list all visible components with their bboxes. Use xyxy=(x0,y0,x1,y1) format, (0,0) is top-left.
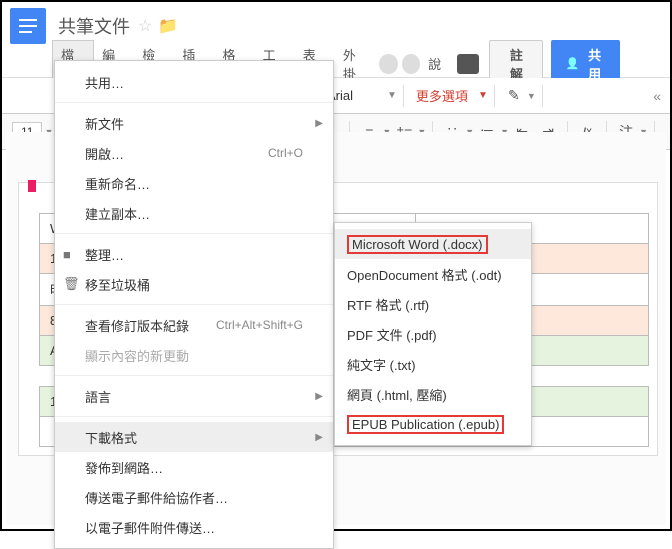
menu-new[interactable]: 新文件▶ xyxy=(55,108,333,138)
chevron-right-icon: ▶ xyxy=(315,118,323,129)
menu-show-updates: 顯示內容的新更動 xyxy=(55,340,333,370)
menu-language[interactable]: 語言▶ xyxy=(55,381,333,411)
download-submenu: Microsoft Word (.docx) OpenDocument 格式 (… xyxy=(334,222,532,446)
menu-email-attach[interactable]: 以電子郵件附件傳送… xyxy=(55,512,333,542)
menu-trash[interactable]: 🗑移至垃圾桶 xyxy=(55,269,333,299)
chevron-right-icon: ▶ xyxy=(315,391,323,402)
download-txt[interactable]: 純文字 (.txt) xyxy=(335,349,531,379)
chevron-right-icon: ▶ xyxy=(315,432,323,443)
chevron-down-icon: ▼ xyxy=(478,90,488,101)
menu-download[interactable]: 下載格式▶ xyxy=(55,422,333,452)
ruler-marker[interactable] xyxy=(28,180,36,192)
star-icon[interactable]: ☆ xyxy=(138,16,152,36)
docs-logo xyxy=(10,8,46,44)
menu-open[interactable]: 開啟…Ctrl+O xyxy=(55,138,333,168)
edit-icon[interactable]: ✎ xyxy=(503,85,525,107)
avatar-1[interactable] xyxy=(379,54,398,74)
menu-organize[interactable]: ■整理… xyxy=(55,239,333,269)
more-options[interactable]: 更多選項 xyxy=(410,84,474,107)
collapse-icon[interactable]: « xyxy=(653,88,658,104)
trash-icon: 🗑 xyxy=(63,276,80,292)
doc-title[interactable]: 共筆文件 xyxy=(58,13,130,39)
menu-email-collab[interactable]: 傳送電子郵件給協作者… xyxy=(55,482,333,512)
download-pdf[interactable]: PDF 文件 (.pdf) xyxy=(335,319,531,349)
avatar-2[interactable] xyxy=(402,54,421,74)
menu-rename[interactable]: 重新命名… xyxy=(55,168,333,198)
download-rtf[interactable]: RTF 格式 (.rtf) xyxy=(335,289,531,319)
comment-icon[interactable] xyxy=(457,54,479,74)
folder-icon[interactable]: 📁 xyxy=(158,16,178,36)
chevron-down-icon[interactable]: ▼ xyxy=(387,90,397,101)
menu-copy[interactable]: 建立副本… xyxy=(55,198,333,228)
file-dropdown: 共用… 新文件▶ 開啟…Ctrl+O 重新命名… 建立副本… ■整理… 🗑移至垃… xyxy=(54,60,334,549)
menu-revision[interactable]: 查看修訂版本紀錄Ctrl+Alt+Shift+G xyxy=(55,310,333,340)
download-odt[interactable]: OpenDocument 格式 (.odt) xyxy=(335,259,531,289)
menu-share[interactable]: 共用… xyxy=(55,67,333,97)
download-docx[interactable]: Microsoft Word (.docx) xyxy=(335,229,531,259)
folder-icon: ■ xyxy=(63,247,71,262)
download-html[interactable]: 網頁 (.html, 壓縮) xyxy=(335,379,531,409)
download-epub[interactable]: EPUB Publication (.epub) xyxy=(335,409,531,439)
menu-publish[interactable]: 發佈到網路… xyxy=(55,452,333,482)
menu-help-partial[interactable]: 說 xyxy=(420,50,449,77)
